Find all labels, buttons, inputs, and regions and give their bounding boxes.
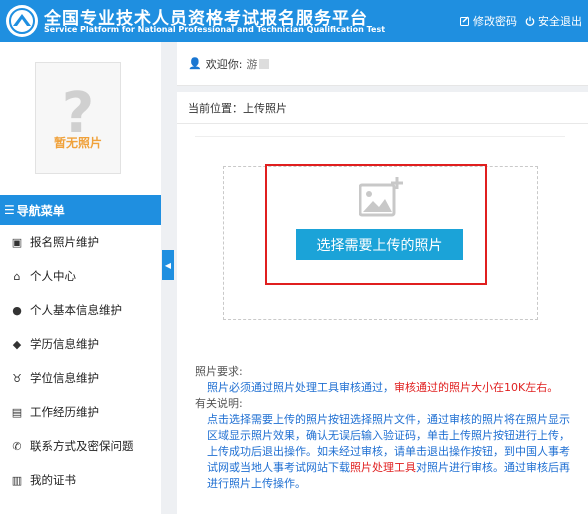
sidebar-item-education[interactable]: ◆ 学历信息维护	[0, 327, 161, 361]
phone-icon: ✆	[12, 439, 22, 453]
sidebar-item-label: 学历信息维护	[30, 337, 99, 351]
menu-icon: ☰	[4, 203, 15, 217]
notes-text: 点击选择需要上传的照片按钮选择照片文件，通过审核的照片将在照片显示区域显示照片效…	[207, 413, 570, 490]
user-icon: ●	[12, 303, 22, 317]
sidebar-item-basic-info[interactable]: ● 个人基本信息维护	[0, 293, 161, 327]
sidebar-item-contact[interactable]: ✆ 联系方式及密保问题	[0, 429, 161, 463]
briefcase-icon: ▤	[11, 405, 23, 419]
sidebar-item-label: 学位信息维护	[30, 371, 99, 385]
breadcrumb: 当前位置：上传照片	[177, 92, 588, 124]
sidebar-item-certificates[interactable]: ▥ 我的证书	[0, 463, 161, 497]
photo-icon: ▣	[11, 235, 23, 249]
sidebar-item-personal-center[interactable]: ⌂ 个人中心	[0, 259, 161, 293]
sidebar-item-photo[interactable]: ▣ 报名照片维护	[0, 225, 161, 259]
platform-subtitle: Service Platform for National Profession…	[44, 25, 386, 34]
logout-label: 安全退出	[538, 15, 582, 28]
requirements-text: 照片必须通过照片处理工具审核通过，审核通过的照片大小在10K左右。	[207, 381, 559, 394]
requirements-size-note: 审核通过的照片大小在10K左右。	[394, 381, 559, 394]
sidebar-item-label: 个人基本信息维护	[30, 303, 122, 317]
platform-logo-icon	[6, 5, 38, 37]
sidebar-item-label: 联系方式及密保问题	[30, 439, 134, 453]
change-password-link[interactable]: 修改密码	[460, 13, 517, 29]
sidebar-item-label: 我的证书	[30, 473, 76, 487]
nav-menu-title: 导航菜单	[16, 203, 65, 218]
sidebar-item-label: 报名照片维护	[30, 235, 99, 249]
sidebar: ? 暂无照片 ☰ 导航菜单 ▣ 报名照片维护 ⌂ 个人中心 ● 个人基本信息维护 ◆ 学…	[0, 42, 161, 514]
top-header: 全国专业技术人员资格考试报名服务平台 Service Platform for …	[0, 0, 588, 42]
sidebar-item-label: 个人中心	[30, 269, 76, 283]
sidebar-collapse-button[interactable]: ◀	[162, 250, 174, 280]
divider	[195, 136, 565, 137]
user-icon: 👤	[188, 57, 202, 70]
chevron-left-icon: ◀	[164, 260, 172, 270]
sidebar-item-degree[interactable]: ♉ 学位信息维护	[0, 361, 161, 395]
notes-section: 照片要求: 照片必须通过照片处理工具审核通过，审核通过的照片大小在10K左右。 …	[195, 364, 575, 492]
notes-title: 有关说明:	[195, 397, 243, 410]
nav-menu-header[interactable]: ☰ 导航菜单	[0, 195, 161, 225]
main-panel: 当前位置：上传照片 选择需要上传的照片 照片要求: 照片必须通过照片处理工具审核…	[177, 92, 588, 514]
certificate-icon: ▥	[11, 473, 23, 487]
welcome-bar: 👤 欢迎你: 游	[177, 42, 588, 86]
highlight-box	[265, 164, 487, 285]
masked-name	[259, 58, 270, 69]
user-name: 游	[246, 57, 258, 71]
welcome-text: 欢迎你:	[205, 57, 243, 71]
edit-icon	[460, 16, 469, 26]
graduation-cap-icon: ◆	[12, 337, 22, 351]
sidebar-item-work[interactable]: ▤ 工作经历维护	[0, 395, 161, 429]
home-icon: ⌂	[13, 269, 21, 283]
requirements-title: 照片要求:	[195, 365, 243, 378]
nav-menu: ▣ 报名照片维护 ⌂ 个人中心 ● 个人基本信息维护 ◆ 学历信息维护 ♉ 学位信息维护 …	[0, 225, 161, 497]
power-icon	[525, 16, 535, 26]
degree-icon: ♉	[12, 371, 22, 385]
photo-placeholder: ? 暂无照片	[35, 62, 121, 174]
no-photo-label: 暂无照片	[53, 135, 102, 150]
logout-link[interactable]: 安全退出	[525, 13, 582, 29]
change-password-label: 修改密码	[473, 15, 517, 28]
photo-tool-link[interactable]: 照片处理工具	[350, 461, 416, 474]
sidebar-item-label: 工作经历维护	[30, 405, 99, 419]
